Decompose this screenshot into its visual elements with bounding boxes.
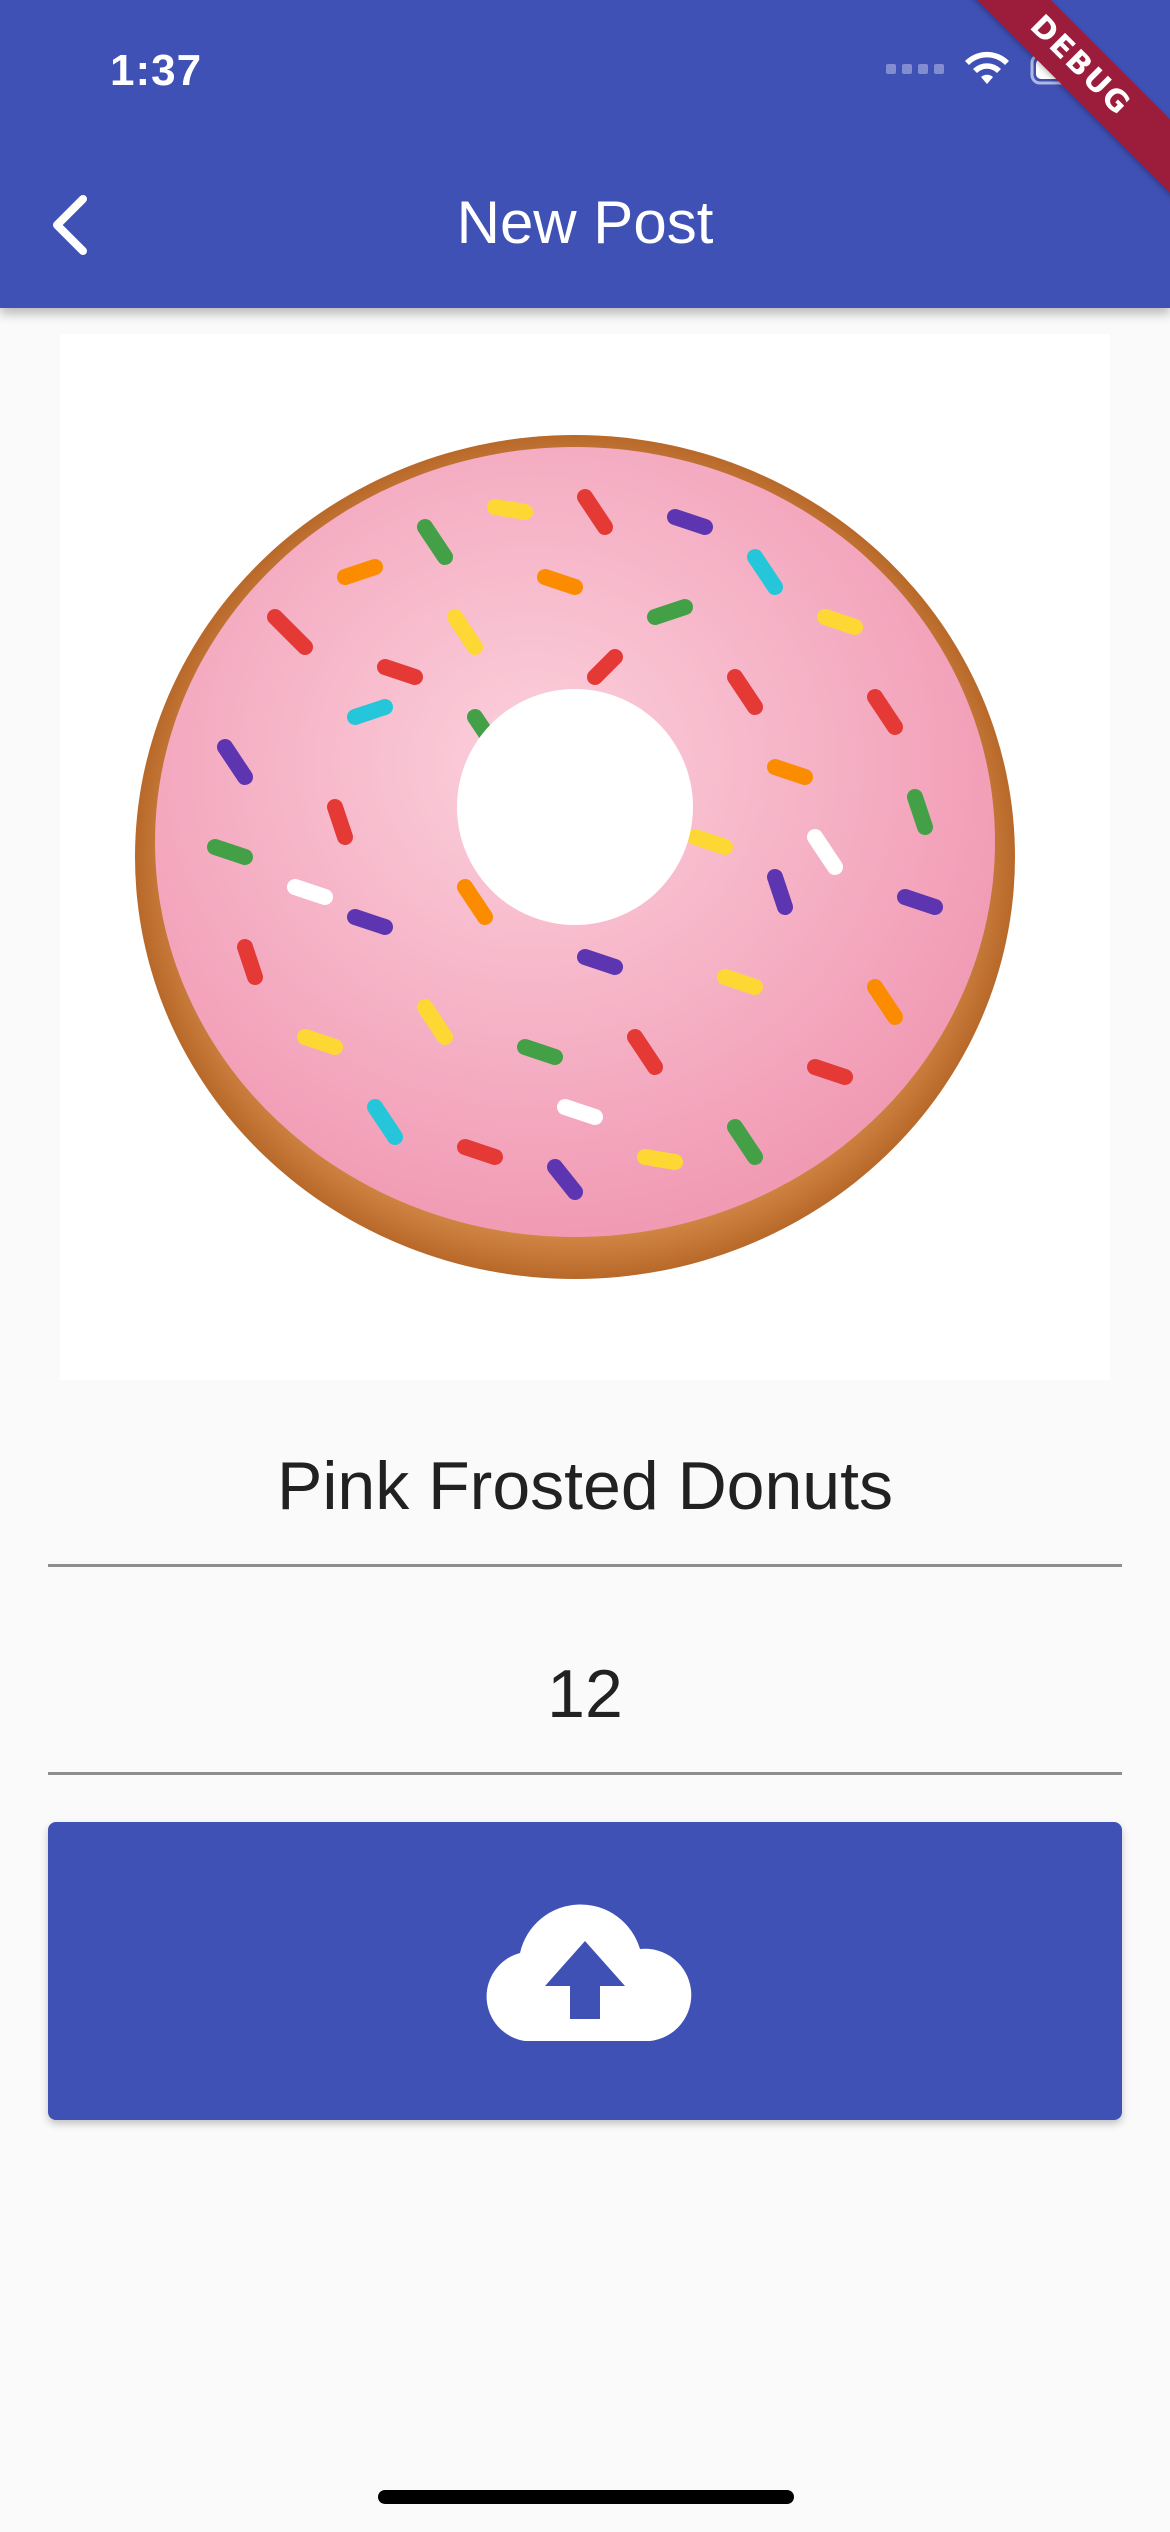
home-indicator[interactable] — [378, 2490, 794, 2504]
new-post-screen: 1:37 New Post DEBUG Pink Frosted Donuts … — [0, 0, 1170, 2532]
status-time: 1:37 — [110, 46, 203, 95]
wifi-icon — [965, 51, 1009, 84]
cloud-upload-icon — [486, 1904, 692, 2041]
post-name-value: Pink Frosted Donuts — [276, 1448, 894, 1524]
donut-image — [135, 435, 1015, 1279]
quantity-value: 12 — [547, 1656, 623, 1732]
post-image — [60, 334, 1110, 1380]
app-bar: 1:37 New Post — [0, 0, 1170, 308]
upload-button[interactable] — [48, 1822, 1122, 2120]
post-name-field[interactable]: Pink Frosted Donuts — [48, 1440, 1122, 1567]
quantity-field[interactable]: 12 — [48, 1648, 1122, 1775]
page-title: New Post — [456, 189, 714, 256]
signal-icon — [886, 64, 944, 74]
